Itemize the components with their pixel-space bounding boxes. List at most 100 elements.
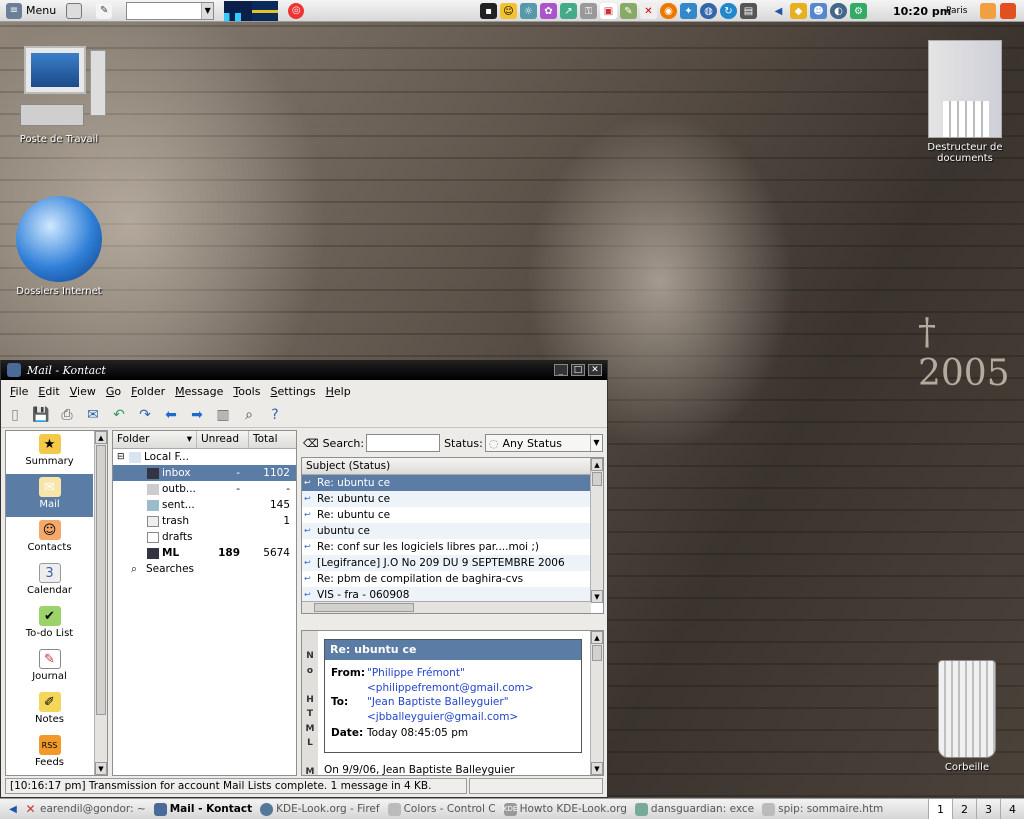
sidebar-item-notes[interactable]: ✐ Notes <box>6 689 93 732</box>
arrow-left-icon[interactable]: ◀ <box>6 801 20 817</box>
message-row[interactable]: ↩ Re: ubuntu ce <box>302 475 591 491</box>
key-icon[interactable]: ⚿ <box>580 3 597 19</box>
sidebar-item-mail[interactable]: ✉ Mail <box>6 474 93 517</box>
scroll-up-icon[interactable]: ▲ <box>591 631 603 644</box>
unread-column-header[interactable]: Unread <box>197 431 249 448</box>
message-row[interactable]: ↩ Re: pbm de compilation de baghira-cvs <box>302 571 591 587</box>
message-row[interactable]: ↩ Re: conf sur les logiciels libres par..… <box>302 539 591 555</box>
trash-icon[interactable]: ▥ <box>213 405 233 425</box>
menu-tools[interactable]: Tools <box>228 385 265 398</box>
desktop-icon-shredder[interactable]: Destructeur de documents <box>910 40 1020 164</box>
menu-edit[interactable]: Edit <box>33 385 64 398</box>
folder-row-searches[interactable]: ⌕ Searches <box>113 561 296 577</box>
globe-icon[interactable]: ◍ <box>700 3 717 19</box>
sidebar-item-contacts[interactable]: ☺ Contacts <box>6 517 93 560</box>
to-name[interactable]: "Jean Baptiste Balleyguier" <box>367 695 509 710</box>
arrow-left-icon[interactable]: ◀ <box>770 3 787 19</box>
sidebar-item-calendar[interactable]: 3 Calendar <box>6 560 93 603</box>
scroll-down-icon[interactable]: ▼ <box>95 762 107 775</box>
from-email[interactable]: <philippefremont@gmail.com> <box>367 681 534 696</box>
folder-row-drafts[interactable]: drafts <box>113 529 296 545</box>
arrow-back-icon[interactable]: ⬅ <box>161 405 181 425</box>
task-terminal[interactable]: ✕ earendil@gondor: ~ <box>20 800 150 819</box>
to-email[interactable]: <jbballeyguier@gmail.com> <box>367 710 518 725</box>
task-dansguardian[interactable]: dansguardian: exce <box>631 800 758 819</box>
task-colors[interactable]: Colors - Control C <box>384 800 500 819</box>
scroll-thumb[interactable] <box>592 472 602 486</box>
folder-row-sent[interactable]: sent... 145 <box>113 497 296 513</box>
folder-column-header[interactable]: Folder ▾ <box>113 431 197 448</box>
sidebar-item-summary[interactable]: ★ Summary <box>6 431 93 474</box>
check-mail-icon[interactable]: ✉ <box>83 405 103 425</box>
scroll-thumb[interactable] <box>96 445 106 715</box>
sidebar-scrollbar[interactable]: ▲ ▼ <box>94 431 107 775</box>
palette-icon[interactable]: ✿ <box>540 3 557 19</box>
desktop-icon-trash[interactable]: Corbeille <box>912 660 1022 773</box>
scroll-down-icon[interactable]: ▼ <box>591 590 603 603</box>
total-column-header[interactable]: Total <box>249 431 295 448</box>
task-firefox[interactable]: KDE-Look.org - Firef <box>256 800 383 819</box>
panel-run-field[interactable]: ▼ <box>126 1 215 20</box>
desktop-2[interactable]: 2 <box>952 799 976 819</box>
folder-row-trash[interactable]: trash 1 <box>113 513 296 529</box>
gear-icon[interactable]: ⚙ <box>850 3 867 19</box>
menu-file[interactable]: File <box>5 385 33 398</box>
menu-go[interactable]: Go <box>101 385 126 398</box>
hscroll-thumb[interactable] <box>314 603 414 612</box>
chart-icon[interactable]: ↗ <box>560 3 577 19</box>
desktop-4[interactable]: 4 <box>1000 799 1024 819</box>
task-spip[interactable]: spip: sommaire.htm <box>758 800 887 819</box>
from-name[interactable]: "Philippe Frémont" <box>367 666 465 681</box>
whats-this-icon[interactable]: ? <box>265 405 285 425</box>
desktop-icon-computer[interactable]: Poste de Travail <box>4 46 114 145</box>
logout-icon[interactable] <box>1000 3 1016 19</box>
menu-help[interactable]: Help <box>321 385 356 398</box>
task-kontact[interactable]: Mail - Kontact <box>150 800 256 819</box>
reply-icon[interactable]: ↶ <box>109 405 129 425</box>
message-list-scrollbar[interactable]: ▲ ▼ <box>590 458 603 603</box>
gimp-icon[interactable]: ✎ <box>620 3 637 19</box>
desktop-3[interactable]: 3 <box>976 799 1000 819</box>
clear-search-icon[interactable]: ⌫ <box>303 437 319 450</box>
terminal-icon[interactable]: ▪ <box>480 3 497 19</box>
close-icon[interactable]: ✕ <box>588 364 602 376</box>
maximize-icon[interactable]: □ <box>571 364 585 376</box>
tag-icon[interactable]: ◆ <box>790 3 807 19</box>
firefox-icon[interactable]: ◉ <box>660 3 677 19</box>
scroll-up-icon[interactable]: ▲ <box>591 458 603 471</box>
search-input[interactable] <box>366 434 441 452</box>
note-icon[interactable]: ▣ <box>600 3 617 19</box>
folder-row-inbox[interactable]: inbox - 1102 <box>113 465 296 481</box>
window-titlebar[interactable]: Mail - Kontact _ □ ✕ <box>1 360 607 380</box>
subject-column-header[interactable]: Subject (Status) <box>302 458 591 475</box>
scroll-down-icon[interactable]: ▼ <box>591 762 603 775</box>
message-row[interactable]: ↩ Re: ubuntu ce <box>302 491 591 507</box>
sidebar-item-feeds[interactable]: RSS Feeds <box>6 732 93 775</box>
collapse-icon[interactable]: ⊟ <box>117 452 129 462</box>
status-select[interactable]: ◌ Any Status ▼ <box>484 434 603 452</box>
message-row[interactable]: ↩ ubuntu ce <box>302 523 591 539</box>
sidebar-item-todo[interactable]: ✔ To-do List <box>6 603 93 646</box>
lifebuoy-icon[interactable]: ◎ <box>288 2 305 19</box>
menu-button[interactable]: ≡ Menu <box>0 0 62 22</box>
folder-row-ml[interactable]: ML 189 5674 <box>113 545 296 561</box>
new-message-icon[interactable]: ▯ <box>5 405 25 425</box>
cross-icon[interactable]: ✕ <box>640 3 657 19</box>
weather-icon[interactable]: ☼ <box>520 3 537 19</box>
konqueror-icon[interactable]: ✦ <box>680 3 697 19</box>
menu-view[interactable]: View <box>65 385 101 398</box>
scroll-thumb[interactable] <box>592 645 602 661</box>
menu-folder[interactable]: Folder <box>126 385 170 398</box>
user-icon[interactable]: ☻ <box>810 3 827 19</box>
clock[interactable]: 10:20 pm <box>893 5 951 18</box>
no-html-strip[interactable]: NoHTMLM <box>302 631 318 775</box>
folder-row-outbox[interactable]: outb... - - <box>113 481 296 497</box>
print-icon[interactable]: ⎙ <box>57 405 77 425</box>
arrow-forward-icon[interactable]: ➡ <box>187 405 207 425</box>
minimize-icon[interactable]: _ <box>554 364 568 376</box>
edit-icon[interactable]: ✎ <box>96 2 113 19</box>
menu-message[interactable]: Message <box>170 385 228 398</box>
menu-settings[interactable]: Settings <box>265 385 320 398</box>
search-icon[interactable]: ⌕ <box>239 405 259 425</box>
message-row[interactable]: ↩ Re: ubuntu ce <box>302 507 591 523</box>
